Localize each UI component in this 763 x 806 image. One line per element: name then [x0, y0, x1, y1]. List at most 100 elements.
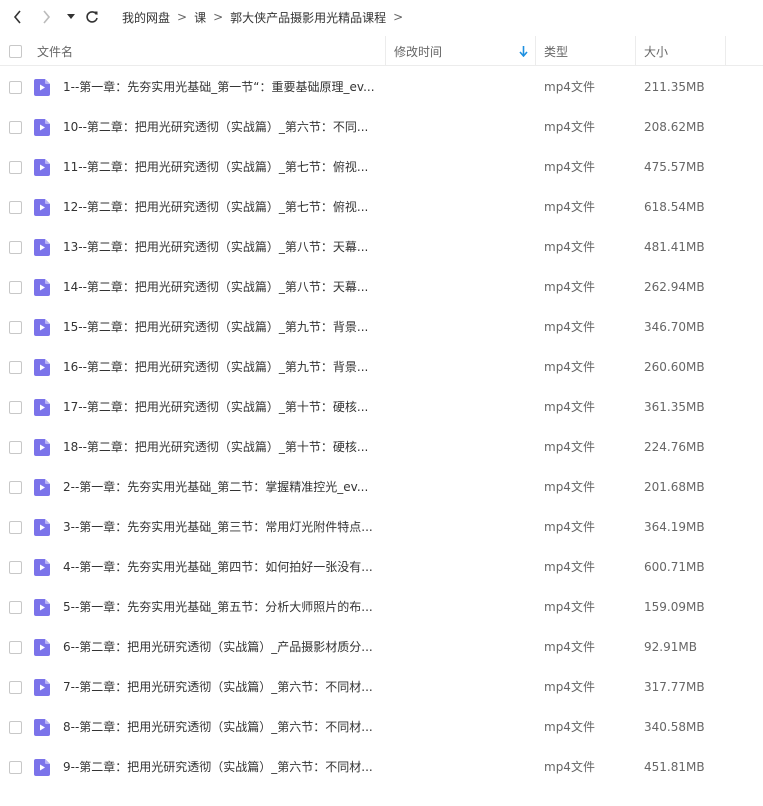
file-size: 361.35MB	[644, 400, 705, 414]
file-name[interactable]: 13--第二章：把用光研究透彻（实战篇）_第八节：天幕...	[63, 227, 368, 267]
row-checkbox[interactable]	[9, 81, 22, 94]
row-checkbox[interactable]	[9, 681, 22, 694]
file-type: mp4文件	[544, 200, 595, 214]
file-row[interactable]: 18--第二章：把用光研究透彻（实战篇）_第十节：硬核... mp4文件 224.7…	[0, 427, 763, 467]
file-name[interactable]: 12--第二章：把用光研究透彻（实战篇）_第七节：俯视...	[63, 187, 368, 227]
file-type: mp4文件	[544, 80, 595, 94]
file-size: 208.62MB	[644, 120, 705, 134]
column-header-modified[interactable]: 修改时间	[394, 36, 442, 66]
file-type: mp4文件	[544, 360, 595, 374]
file-row[interactable]: 15--第二章：把用光研究透彻（实战篇）_第九节：背景... mp4文件 346.7…	[0, 307, 763, 347]
file-row[interactable]: 13--第二章：把用光研究透彻（实战篇）_第八节：天幕... mp4文件 481.4…	[0, 227, 763, 267]
forward-button[interactable]	[34, 5, 58, 29]
file-size: 451.81MB	[644, 760, 705, 774]
file-size: 159.09MB	[644, 600, 705, 614]
file-row[interactable]: 2--第一章：先夯实用光基础_第二节：掌握精准控光_ev... mp4文件 201.…	[0, 467, 763, 507]
row-checkbox[interactable]	[9, 281, 22, 294]
file-name[interactable]: 3--第一章：先夯实用光基础_第三节：常用灯光附件特点...	[63, 507, 373, 547]
file-type: mp4文件	[544, 560, 595, 574]
row-checkbox[interactable]	[9, 241, 22, 254]
file-type: mp4文件	[544, 520, 595, 534]
row-checkbox[interactable]	[9, 361, 22, 374]
file-row[interactable]: 11--第二章：把用光研究透彻（实战篇）_第七节：俯视... mp4文件 475.5…	[0, 147, 763, 187]
file-name[interactable]: 8--第二章：把用光研究透彻（实战篇）_第六节：不同材...	[63, 707, 373, 747]
file-row[interactable]: 14--第二章：把用光研究透彻（实战篇）_第八节：天幕... mp4文件 262.9…	[0, 267, 763, 307]
column-divider[interactable]	[725, 36, 726, 66]
row-checkbox[interactable]	[9, 321, 22, 334]
file-size: 260.60MB	[644, 360, 705, 374]
column-header-name[interactable]: 文件名	[37, 36, 73, 66]
file-row[interactable]: 5--第一章：先夯实用光基础_第五节：分析大师照片的布... mp4文件 159.0…	[0, 587, 763, 627]
breadcrumb-item-current[interactable]: 郭大侠产品摄影用光精品课程	[230, 9, 386, 26]
file-row[interactable]: 9--第二章：把用光研究透彻（实战篇）_第六节：不同材... mp4文件 451.8…	[0, 747, 763, 787]
chevron-left-icon	[13, 10, 21, 24]
file-name[interactable]: 11--第二章：把用光研究透彻（实战篇）_第七节：俯视...	[63, 147, 368, 187]
file-row[interactable]: 6--第二章：把用光研究透彻（实战篇）_产品摄影材质分... mp4文件 92.91…	[0, 627, 763, 667]
select-all-checkbox[interactable]	[9, 44, 22, 58]
file-name[interactable]: 7--第二章：把用光研究透彻（实战篇）_第六节：不同材...	[63, 667, 373, 707]
file-row[interactable]: 4--第一章：先夯实用光基础_第四节：如何拍好一张没有... mp4文件 600.7…	[0, 547, 763, 587]
file-type: mp4文件	[544, 640, 595, 654]
file-name[interactable]: 16--第二章：把用光研究透彻（实战篇）_第九节：背景...	[63, 347, 368, 387]
video-file-icon	[34, 599, 50, 616]
file-row[interactable]: 10--第二章：把用光研究透彻（实战篇）_第六节：不同... mp4文件 208.6…	[0, 107, 763, 147]
breadcrumb: 我的网盘 > 课 > 郭大侠产品摄影用光精品课程 >	[122, 0, 410, 34]
video-file-icon	[34, 239, 50, 256]
file-size: 481.41MB	[644, 240, 705, 254]
file-row[interactable]: 12--第二章：把用光研究透彻（实战篇）_第七节：俯视... mp4文件 618.5…	[0, 187, 763, 227]
file-size: 340.58MB	[644, 720, 705, 734]
file-size: 317.77MB	[644, 680, 705, 694]
column-divider[interactable]	[385, 36, 386, 66]
file-row[interactable]: 3--第一章：先夯实用光基础_第三节：常用灯光附件特点... mp4文件 364.1…	[0, 507, 763, 547]
row-checkbox[interactable]	[9, 601, 22, 614]
sort-desc-icon[interactable]	[519, 36, 528, 66]
video-file-icon	[34, 719, 50, 736]
file-row[interactable]: 8--第二章：把用光研究透彻（实战篇）_第六节：不同材... mp4文件 340.5…	[0, 707, 763, 747]
file-name[interactable]: 14--第二章：把用光研究透彻（实战篇）_第八节：天幕...	[63, 267, 368, 307]
column-divider[interactable]	[535, 36, 536, 66]
file-name[interactable]: 2--第一章：先夯实用光基础_第二节：掌握精准控光_ev...	[63, 467, 368, 507]
video-file-icon	[34, 559, 50, 576]
file-row[interactable]: 7--第二章：把用光研究透彻（实战篇）_第六节：不同材... mp4文件 317.7…	[0, 667, 763, 707]
video-file-icon	[34, 519, 50, 536]
row-checkbox[interactable]	[9, 121, 22, 134]
column-header-type[interactable]: 类型	[544, 36, 568, 66]
row-checkbox[interactable]	[9, 401, 22, 414]
file-row[interactable]: 16--第二章：把用光研究透彻（实战篇）_第九节：背景... mp4文件 260.6…	[0, 347, 763, 387]
file-type: mp4文件	[544, 240, 595, 254]
file-name[interactable]: 4--第一章：先夯实用光基础_第四节：如何拍好一张没有...	[63, 547, 373, 587]
breadcrumb-item-root[interactable]: 我的网盘	[122, 9, 170, 26]
file-name[interactable]: 5--第一章：先夯实用光基础_第五节：分析大师照片的布...	[63, 587, 373, 627]
file-name[interactable]: 6--第二章：把用光研究透彻（实战篇）_产品摄影材质分...	[63, 627, 373, 667]
refresh-button[interactable]	[80, 5, 104, 29]
file-name[interactable]: 9--第二章：把用光研究透彻（实战篇）_第六节：不同材...	[63, 747, 373, 787]
file-name[interactable]: 18--第二章：把用光研究透彻（实战篇）_第十节：硬核...	[63, 427, 368, 467]
breadcrumb-separator: >	[177, 10, 188, 24]
row-checkbox[interactable]	[9, 721, 22, 734]
file-row[interactable]: 17--第二章：把用光研究透彻（实战篇）_第十节：硬核... mp4文件 361.3…	[0, 387, 763, 427]
row-checkbox[interactable]	[9, 561, 22, 574]
row-checkbox[interactable]	[9, 161, 22, 174]
file-size: 600.71MB	[644, 560, 705, 574]
file-name[interactable]: 1--第一章：先夯实用光基础_第一节“：重要基础原理_ev...	[63, 67, 375, 107]
file-name[interactable]: 15--第二章：把用光研究透彻（实战篇）_第九节：背景...	[63, 307, 368, 347]
row-checkbox[interactable]	[9, 201, 22, 214]
column-divider[interactable]	[635, 36, 636, 66]
row-checkbox[interactable]	[9, 521, 22, 534]
breadcrumb-item-course[interactable]: 课	[194, 9, 206, 26]
breadcrumb-separator: >	[213, 10, 224, 24]
row-checkbox[interactable]	[9, 641, 22, 654]
file-type: mp4文件	[544, 680, 595, 694]
row-checkbox[interactable]	[9, 761, 22, 774]
row-checkbox[interactable]	[9, 441, 22, 454]
row-checkbox[interactable]	[9, 481, 22, 494]
video-file-icon	[34, 119, 50, 136]
history-dropdown-button[interactable]	[62, 5, 80, 29]
column-header-size[interactable]: 大小	[644, 36, 668, 66]
file-row[interactable]: 1--第一章：先夯实用光基础_第一节“：重要基础原理_ev... mp4文件 211…	[0, 67, 763, 107]
file-name[interactable]: 17--第二章：把用光研究透彻（实战篇）_第十节：硬核...	[63, 387, 368, 427]
back-button[interactable]	[6, 5, 30, 29]
file-name[interactable]: 10--第二章：把用光研究透彻（实战篇）_第六节：不同...	[63, 107, 368, 147]
file-size: 262.94MB	[644, 280, 705, 294]
file-type: mp4文件	[544, 600, 595, 614]
